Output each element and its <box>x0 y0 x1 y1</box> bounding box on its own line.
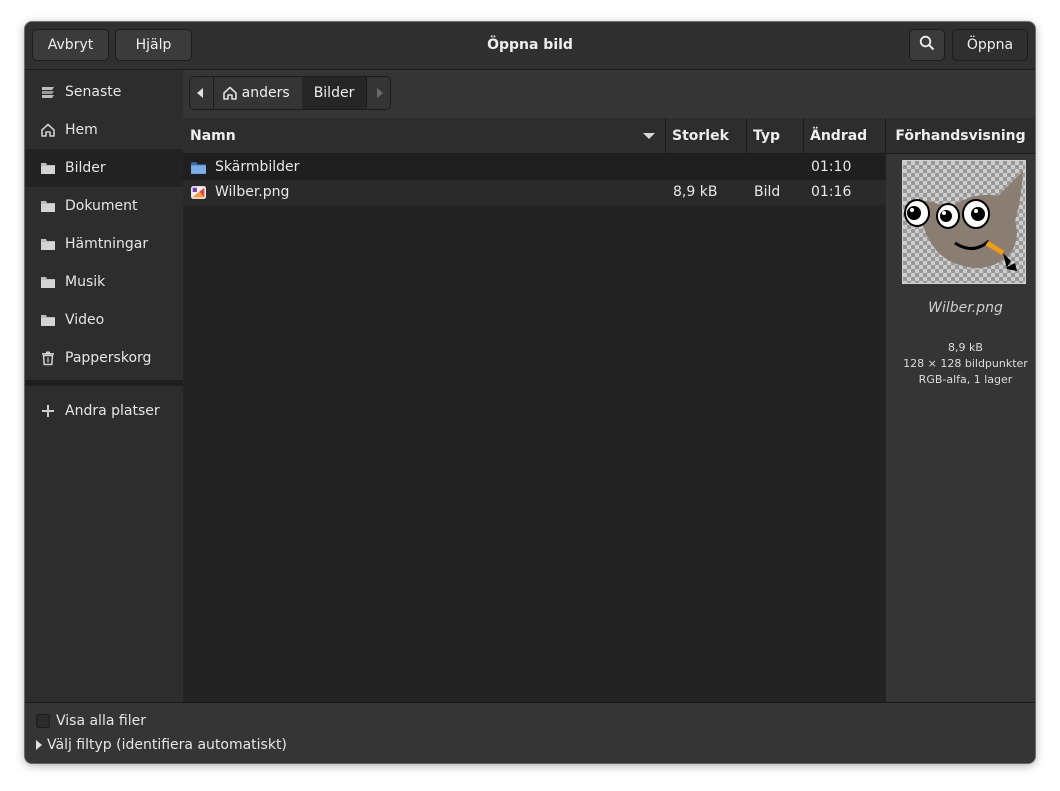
preview-thumbnail <box>902 160 1026 284</box>
column-header-modified[interactable]: Ändrad <box>803 118 886 154</box>
sidebar-item-home[interactable]: Hem <box>25 111 183 149</box>
preview-details: RGB-alfa, 1 lager <box>918 373 1013 386</box>
folder-icon <box>40 198 56 214</box>
file-list: Namn Storlek Typ Ändrad Skärmbilder 01:1… <box>183 118 886 702</box>
show-all-files-label: Visa alla filer <box>56 713 146 729</box>
sidebar-item-label: Andra platser <box>65 403 160 419</box>
column-header-name[interactable]: Namn <box>183 118 665 154</box>
plus-icon <box>40 403 56 419</box>
search-button[interactable] <box>909 29 945 61</box>
show-all-files-option[interactable]: Visa alla filer <box>36 713 146 729</box>
folder-icon <box>190 159 207 176</box>
sidebar-item-label: Bilder <box>65 160 106 176</box>
file-name: Skärmbilder <box>215 159 300 175</box>
column-header-size[interactable]: Storlek <box>665 118 746 154</box>
path-scroll-left-button[interactable] <box>190 77 214 109</box>
file-name: Wilber.png <box>215 184 290 200</box>
sidebar-item-label: Papperskorg <box>65 350 152 366</box>
recent-icon <box>40 84 56 100</box>
sort-descending-icon <box>643 118 655 154</box>
sidebar-item-other-places[interactable]: Andra platser <box>25 392 183 430</box>
file-row-folder[interactable]: Skärmbilder 01:10 <box>183 155 886 180</box>
folder-icon <box>40 236 56 252</box>
header-bar: Avbryt Hjälp Öppna bild Öppna <box>25 22 1035 70</box>
open-button-label: Öppna <box>966 37 1014 53</box>
path-scroll-right-button[interactable] <box>366 77 390 109</box>
file-modified: 01:16 <box>811 184 852 200</box>
path-bar: anders Bilder <box>189 76 391 110</box>
file-type-label: Välj filtyp (identifiera automatiskt) <box>47 737 287 753</box>
places-sidebar: Senaste Hem Bilder Dokument Hämtningar M… <box>25 70 183 702</box>
column-header-label: Ändrad <box>810 128 868 144</box>
dialog-footer: Visa alla filer Välj filtyp (identifiera… <box>25 702 1035 763</box>
wilber-mascot-image <box>904 171 1023 271</box>
cancel-button[interactable]: Avbryt <box>32 29 109 61</box>
preview-dimensions: 128 × 128 bildpunkter <box>903 357 1028 370</box>
sidebar-item-label: Senaste <box>65 84 122 100</box>
preview-pane: Förhandsvisning Wilber.png 8,9 kB 128 × … <box>886 118 1035 702</box>
preview-title: Förhandsvisning <box>886 118 1035 154</box>
preview-file-size: 8,9 kB <box>948 341 983 354</box>
column-header-type[interactable]: Typ <box>746 118 803 154</box>
path-segment-home[interactable]: anders <box>214 77 302 109</box>
sidebar-item-label: Hämtningar <box>65 236 149 252</box>
sidebar-item-trash[interactable]: Papperskorg <box>25 339 183 377</box>
file-type-expander[interactable]: Välj filtyp (identifiera automatiskt) <box>36 737 287 753</box>
column-header-label: Typ <box>753 128 781 144</box>
file-row-image[interactable]: Wilber.png 8,9 kB Bild 01:16 <box>183 180 886 205</box>
search-icon <box>919 35 935 55</box>
preview-file-name: Wilber.png <box>928 300 1003 316</box>
expander-arrow-icon <box>36 740 42 750</box>
path-segment-current[interactable]: Bilder <box>301 77 367 109</box>
file-type: Bild <box>754 184 781 200</box>
folder-icon <box>40 274 56 290</box>
help-button-label: Hjälp <box>135 37 172 53</box>
open-button[interactable]: Öppna <box>952 29 1028 61</box>
sidebar-item-label: Musik <box>65 274 106 290</box>
path-segment-label: Bilder <box>313 85 355 101</box>
sidebar-item-label: Video <box>65 312 105 328</box>
column-header-label: Namn <box>190 128 236 144</box>
image-file-icon <box>190 184 207 201</box>
sidebar-item-label: Hem <box>65 122 98 138</box>
home-icon <box>40 122 56 138</box>
sidebar-item-label: Dokument <box>65 198 138 214</box>
cancel-button-label: Avbryt <box>47 37 94 53</box>
sidebar-item-music[interactable]: Musik <box>25 263 183 301</box>
home-icon <box>222 85 238 101</box>
file-modified: 01:10 <box>811 159 852 175</box>
trash-icon <box>40 350 56 366</box>
sidebar-item-recent[interactable]: Senaste <box>25 73 183 111</box>
path-segment-label: anders <box>241 85 290 101</box>
column-header-row: Namn Storlek Typ Ändrad <box>183 118 886 154</box>
sidebar-item-downloads[interactable]: Hämtningar <box>25 225 183 263</box>
sidebar-item-video[interactable]: Video <box>25 301 183 339</box>
sidebar-separator <box>25 380 183 386</box>
file-size: 8,9 kB <box>673 184 718 200</box>
open-image-dialog: Avbryt Hjälp Öppna bild Öppna Senaste He… <box>25 22 1035 763</box>
column-header-label: Storlek <box>672 128 729 144</box>
folder-icon <box>40 160 56 176</box>
sidebar-item-documents[interactable]: Dokument <box>25 187 183 225</box>
folder-icon <box>40 312 56 328</box>
sidebar-item-pictures[interactable]: Bilder <box>25 149 183 187</box>
show-all-files-checkbox[interactable] <box>36 714 50 728</box>
help-button[interactable]: Hjälp <box>115 29 192 61</box>
